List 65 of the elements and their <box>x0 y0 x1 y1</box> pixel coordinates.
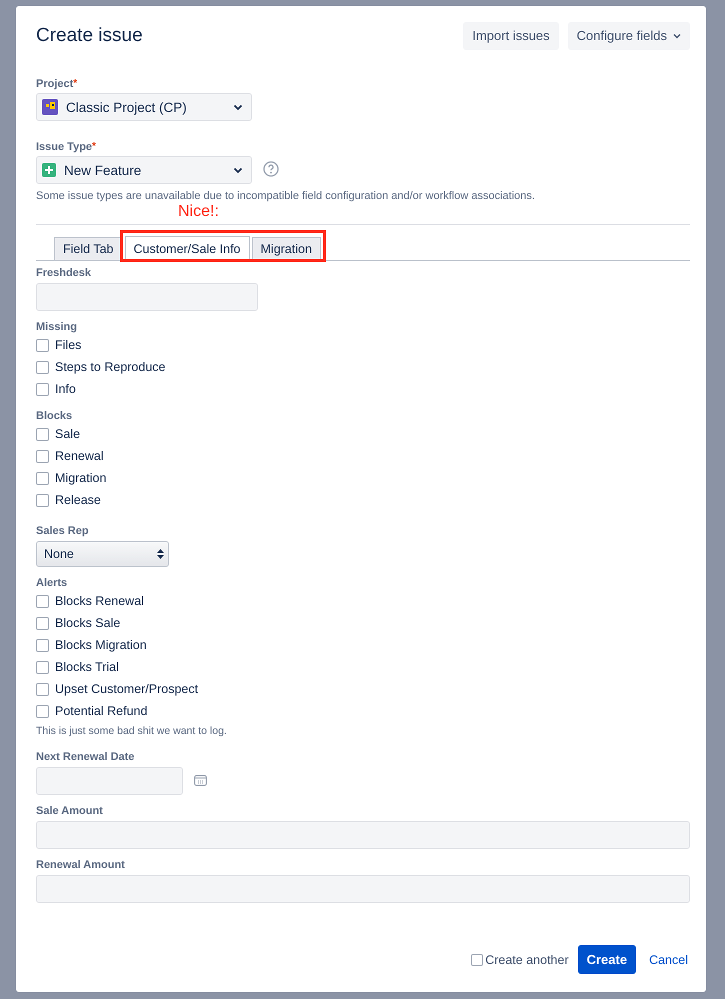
field-label: Issue Type <box>36 141 92 153</box>
project-avatar-icon <box>42 99 58 115</box>
checkbox[interactable] <box>36 660 49 674</box>
field-label: Sales Rep <box>36 525 90 538</box>
issue-type-note: Some issue types are unavailable due to incompatible field configuration and/or workflow associations. <box>36 190 536 202</box>
checkbox-label: Release <box>55 493 101 507</box>
checkbox-label: Info <box>55 382 76 396</box>
field-label: Blocks <box>36 410 74 423</box>
checkbox[interactable] <box>36 338 49 352</box>
text-field[interactable] <box>36 875 690 903</box>
tab[interactable]: Customer/Sale Info <box>124 236 250 261</box>
checkbox-label: Potential Refund <box>55 704 148 718</box>
issue-type-select[interactable]: New Feature <box>36 156 252 184</box>
field-label: Freshdesk <box>36 267 92 280</box>
chevron-down-icon <box>233 104 243 110</box>
date-field[interactable] <box>36 767 183 795</box>
checkbox[interactable] <box>36 494 49 506</box>
checkbox-label: Blocks Migration <box>55 638 147 652</box>
checkbox[interactable] <box>36 594 49 608</box>
checkbox[interactable] <box>36 704 49 718</box>
checkbox[interactable] <box>471 954 484 966</box>
field-label: Next Renewal Date <box>36 751 136 764</box>
tab[interactable]: Field Tab <box>54 237 122 260</box>
configure-fields-button[interactable]: Configure fields <box>568 22 690 50</box>
field-label: Sale Amount <box>36 805 104 818</box>
checkbox[interactable] <box>36 638 49 652</box>
checkbox-label: Upset Customer/Prospect <box>55 682 198 696</box>
required-asterisk: * <box>92 141 96 152</box>
up-down-arrows-icon <box>157 549 164 559</box>
checkbox[interactable] <box>36 360 49 374</box>
tab[interactable]: Migration <box>252 237 321 260</box>
project-select[interactable]: Classic Project (CP) <box>36 93 252 121</box>
checkbox[interactable] <box>36 382 49 396</box>
help-icon[interactable] <box>263 161 279 177</box>
checkbox-label: Blocks Trial <box>55 660 119 674</box>
checkbox-label: Create another <box>485 952 569 966</box>
checkbox[interactable] <box>36 682 49 696</box>
field-help-text: This is just some bad shit we want to log. <box>36 725 228 737</box>
checkbox-label: Sale <box>55 427 80 441</box>
dialog-title: Create issue <box>36 24 143 46</box>
required-asterisk: * <box>73 78 78 89</box>
checkbox[interactable] <box>36 472 49 484</box>
checkbox[interactable] <box>36 616 49 630</box>
import-issues-button[interactable]: Import issues <box>463 22 559 50</box>
checkbox-label: Renewal <box>55 449 104 463</box>
chevron-down-icon <box>233 166 243 174</box>
field-label: Project <box>36 78 74 90</box>
annotation-text: Nice!: <box>178 203 219 220</box>
checkbox-label: Blocks Renewal <box>55 594 144 608</box>
field-label: Renewal Amount <box>36 859 126 872</box>
checkbox[interactable] <box>36 428 49 440</box>
cancel-link[interactable]: Cancel <box>649 952 688 966</box>
plus-icon <box>42 163 56 177</box>
checkbox-label: Blocks Sale <box>55 616 120 630</box>
sales-rep-select[interactable]: None <box>36 541 169 567</box>
checkbox-label: Migration <box>55 471 106 485</box>
create-button[interactable]: Create <box>578 945 636 974</box>
text-field[interactable] <box>36 283 258 311</box>
checkbox-label: Steps to Reproduce <box>55 360 166 374</box>
checkbox[interactable] <box>36 450 49 462</box>
checkbox-label: Files <box>55 338 82 352</box>
field-label: Alerts <box>36 577 68 590</box>
field-label: Missing <box>36 321 78 334</box>
text-field[interactable] <box>36 821 690 849</box>
calendar-icon[interactable] <box>194 774 207 786</box>
